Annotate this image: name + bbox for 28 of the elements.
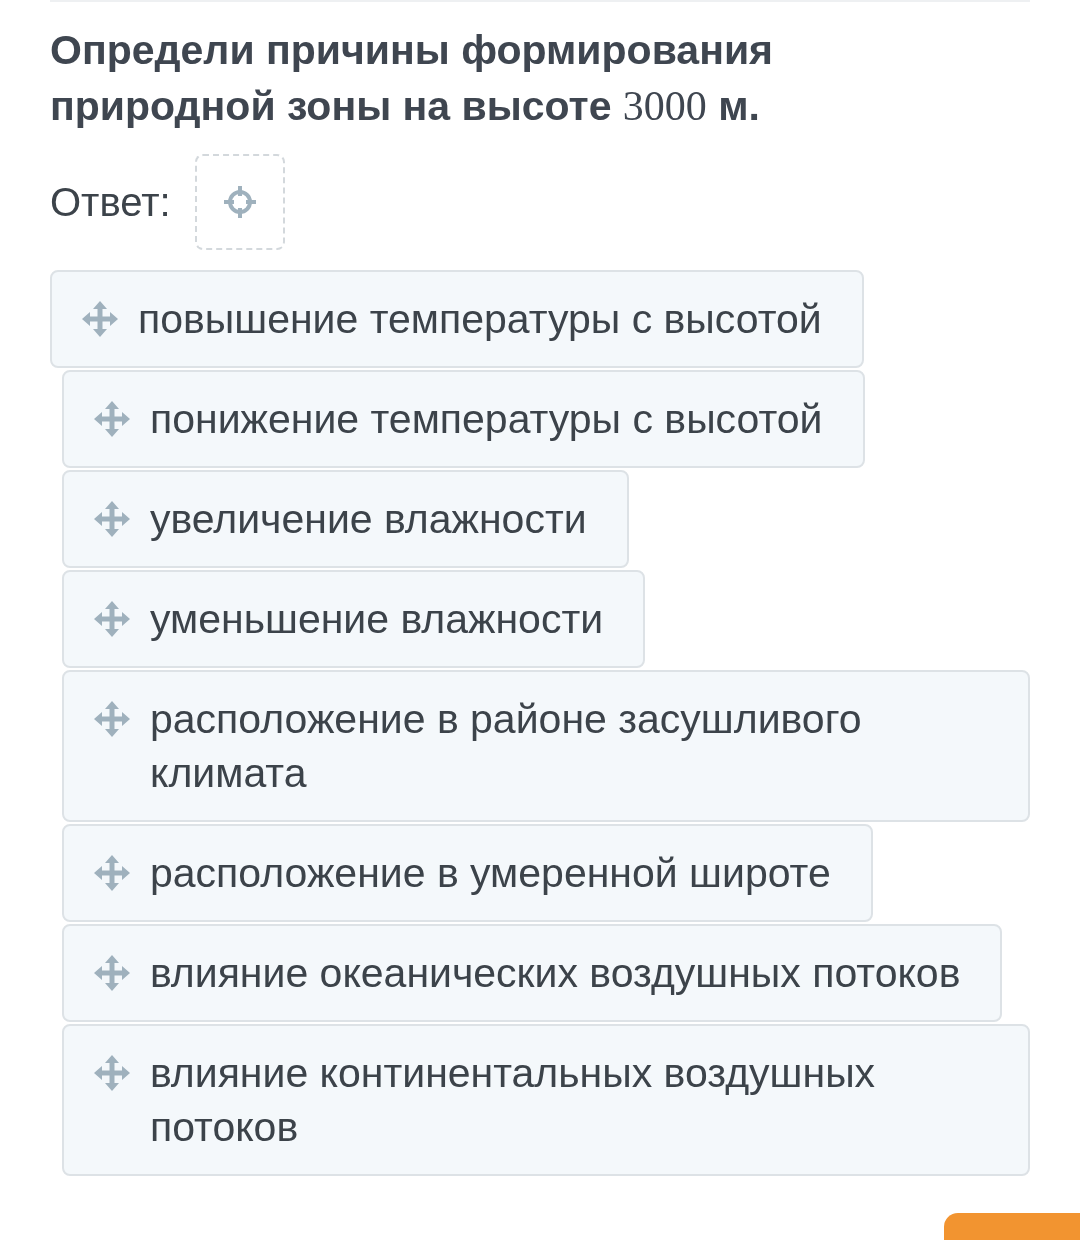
option-text: влияние континентальных воздушных потоков <box>150 1049 877 1152</box>
option-text: уменьшение влажности <box>150 595 604 644</box>
move-icon <box>92 953 132 993</box>
answer-option[interactable]: повышение температуры с высотой <box>50 270 864 368</box>
move-icon <box>92 399 132 439</box>
answer-option[interactable]: расположение в районе засушливого климата <box>62 670 1030 822</box>
move-icon <box>92 1053 132 1093</box>
option-text: увеличение влажности <box>150 495 587 544</box>
option-text: влияние океанических воздушных потоков <box>150 949 961 998</box>
answer-option[interactable]: влияние континентальных воздушных потоков <box>62 1024 1030 1176</box>
answer-option[interactable]: влияние океанических воздушных потоков <box>62 924 1003 1022</box>
answer-option[interactable]: уменьшение влажности <box>62 570 646 668</box>
move-icon <box>92 853 132 893</box>
move-icon <box>92 499 132 539</box>
option-text: расположение в районе засушливого климата <box>150 695 863 798</box>
question-text: Определи причины формирования природной зоны на высоте 3000 м. <box>50 26 775 131</box>
option-text: понижение температуры с высотой <box>150 395 823 444</box>
drop-zone[interactable] <box>194 154 285 250</box>
answer-option[interactable]: увеличение влажности <box>62 470 629 568</box>
answer-label: Ответ: <box>50 179 171 225</box>
crosshair-icon <box>221 184 258 220</box>
answer-option[interactable]: понижение температуры с высотой <box>62 370 865 468</box>
move-icon <box>80 299 120 339</box>
move-icon <box>92 599 132 639</box>
option-text: повышение температуры с высотой <box>138 295 822 344</box>
option-text: расположение в умеренной широте <box>150 849 831 898</box>
move-icon <box>92 699 132 739</box>
answer-option[interactable]: расположение в умеренной широте <box>62 824 873 922</box>
